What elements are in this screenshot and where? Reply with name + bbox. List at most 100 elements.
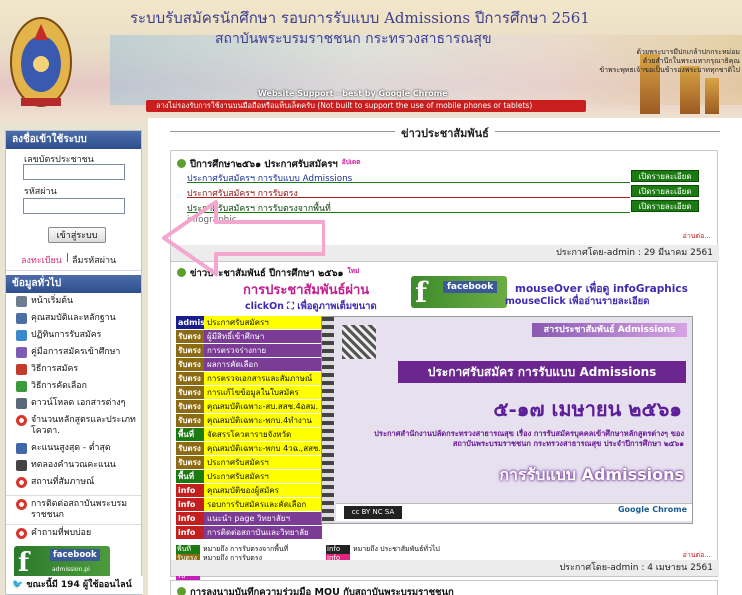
cc-license-icon: cc BY NC SA (344, 506, 402, 519)
pr-tag: รับตรง (176, 330, 204, 343)
pr-row[interactable]: รับตรง การตรวจเอกสารและสัมภาษณ์ (176, 372, 322, 386)
sidebar-item[interactable]: วิธีการสมัคร (6, 361, 141, 378)
pr-row[interactable]: รับตรง การตรวจร่างกาย (176, 344, 322, 358)
sidebar-item[interactable]: ดาวน์โหลด เอกสารต่างๆ (6, 395, 141, 412)
pr-text: รอบการรับสมัครและคัดเลือก (204, 498, 322, 511)
sidebar-item[interactable]: หน้าเริ่มต้น (6, 293, 141, 310)
pr-tag: info (176, 512, 204, 525)
pr-text: การติดต่อสถาบันและวิทยาลัย (204, 526, 322, 539)
poster-strip (322, 317, 334, 523)
poster-admissions: การรับแบบ Admissions (499, 465, 684, 484)
facebook-label: facebook (50, 549, 100, 561)
read-more-link[interactable]: อ่านต่อ... (683, 231, 711, 242)
pr-row[interactable]: รับตรง ผลการคัดเลือก (176, 358, 322, 372)
sidebar-item[interactable]: คะแนนสูงสุด - ต่ำสุด (6, 440, 141, 457)
sidebar-item[interactable]: คุณสมบัติและหลักฐาน (6, 310, 141, 327)
sidebar-item[interactable]: คำถามที่พบบ่อย (6, 524, 141, 542)
sidebar-item[interactable]: วิธีการคัดเลือก (6, 378, 141, 395)
sidebar-item-label: วิธีการคัดเลือก (31, 381, 87, 391)
sidebar-item-label: ดาวน์โหลด เอกสารต่างๆ (31, 398, 126, 408)
sidebar-item[interactable]: ปฏิทินการรับสมัคร (6, 327, 141, 344)
password-input[interactable] (23, 198, 125, 214)
pr-row[interactable]: รับตรง คุณสมบัติเฉพาะ-พกบ 4วฉ.,สสช. (176, 442, 322, 456)
pr-row[interactable]: info คุณสมบัติของผู้สมัคร (176, 484, 322, 498)
calendar-icon (16, 330, 27, 341)
post-heading-text: การลงนามบันทึกความร่วมมือ MOU กับสถาบันพ… (190, 587, 454, 595)
pr-row[interactable]: รับตรง คุณสมบัติเฉพาะ-พกบ.4ทำงาน (176, 414, 322, 428)
pr-row[interactable]: พื้นที่ จัดสรรโควตารายจังหวัด (176, 428, 322, 442)
pr-text: จัดสรรโควตารายจังหวัด (204, 428, 322, 441)
poster-title: ประกาศรับสมัคร การรับแบบ Admissions (398, 361, 686, 383)
facebook-badge[interactable]: f facebook (411, 276, 507, 309)
pr-row[interactable]: info รอบการรับสมัครและคัดเลือก (176, 498, 322, 512)
facebook-icon: f (415, 276, 428, 309)
pr-row[interactable]: info การติดต่อสถาบันและวิทยาลัย (176, 526, 322, 540)
admissions-poster[interactable]: สารประชาสัมพันธ์ Admissions ประกาศรับสมั… (321, 316, 693, 524)
mobile-warning: ลางไม่รองรับการใช้งานบนมือถือหรือแท็บเล็… (146, 100, 586, 112)
sidebar-item-label: จำนวนหลักสูตรและประเภทโควตา. (31, 415, 136, 436)
banner-title: ระบบรับสมัครนักศึกษา รอบการรับแบบ Admiss… (130, 9, 590, 27)
pr-tag: รับตรง (176, 372, 204, 385)
pr-row[interactable]: info แนะนำ page วิทยาลัยฯ (176, 512, 322, 526)
banner-subtitle: สถาบันพระบรมราชชนก กระทรวงสาธารณสุข (215, 31, 492, 47)
open-details-button[interactable]: เปิดรายละเอียด (631, 200, 699, 212)
pr-tag: admis (176, 316, 205, 329)
info-header: ข้อมูลทั่วไป (6, 275, 141, 293)
pr-row[interactable]: รับตรง คุณสมบัติเฉพาะ-สบ.สสช.4อสม. (176, 400, 322, 414)
id-input[interactable] (23, 164, 125, 180)
pr-row[interactable]: พื้นที่ ประกาศรับสมัครฯ (176, 470, 322, 484)
facebook-sub: admission.pi (52, 566, 90, 573)
sidebar-item[interactable]: การติดต่อสถาบันพระบรมราชชนก (6, 495, 141, 524)
pr-tag: info (176, 498, 204, 511)
sidebar-item-label: คู่มือการสมัครเข้าศึกษา (31, 347, 121, 357)
legend-text: หมายถึง การรับตรงจากพื้นที่ (203, 545, 289, 553)
legend-item: info หมายถึง ประชาสัมพันธ์ทั่วไป (326, 545, 440, 554)
sidebar-item[interactable]: สถานที่สัมภาษณ์ (6, 474, 141, 491)
poster-subtitle: ประกาศสำนักงานปลัดกระทรวงสาธารณสุข เรื่อ… (374, 429, 684, 448)
book-icon (16, 347, 27, 358)
main-content: ข่าวประชาสัมพันธ์ ปีการศึกษา๒๕๖๑ ประกาศร… (148, 118, 742, 595)
pr-text: ผลการคัดเลือก (204, 358, 322, 371)
pr-text: การตรวจเอกสารและสัมภาษณ์ (204, 372, 322, 385)
pr-text: คุณสมบัติเฉพาะ-พกบ.4ทำงาน (204, 414, 322, 427)
open-details-button[interactable]: เปิดรายละเอียด (631, 170, 699, 182)
home-icon (16, 296, 27, 307)
pr-text: การตรวจร่างกาย (204, 344, 322, 357)
chrome-logo: Google Chrome (617, 505, 687, 514)
pr-tag: พื้นที่ (176, 470, 204, 483)
open-details-button[interactable]: เปิดรายละเอียด (631, 185, 699, 197)
poster-header: สารประชาสัมพันธ์ Admissions (532, 323, 687, 337)
pr-row[interactable]: รับตรง การแก้ไขข้อมูลในใบสมัคร (176, 386, 322, 400)
lifebuoy-icon (16, 528, 27, 539)
pr-tag: info (176, 526, 204, 539)
pr-text: ผู้มีสิทธิ์เข้าศึกษา (204, 330, 322, 343)
pr-row[interactable]: admis ประกาศรับสมัครฯ (176, 316, 322, 330)
header-banner: ระบบรับสมัครนักศึกษา รอบการรับแบบ Admiss… (0, 0, 742, 122)
facebook-banner[interactable]: f facebook admission.pi (14, 546, 110, 580)
login-button[interactable]: เข้าสู่ระบบ (48, 227, 106, 243)
poster-date: ๕-๑๗ เมษายน ๒๕๖๑ (493, 397, 682, 421)
post-heading-text: ปีการศึกษา๒๕๖๑ ประกาศรับสมัครฯ (190, 159, 338, 170)
sidebar-item[interactable]: คู่มือการสมัครเข้าศึกษา (6, 344, 141, 361)
pr-row[interactable]: รับตรง ประกาศรับสมัครฯ (176, 456, 322, 470)
sidebar-item[interactable]: จำนวนหลักสูตรและประเภทโควตา. (6, 412, 141, 440)
vow-line: ข้าพระพุทธเจ้าขอเป็นข้ารองพระบาททุกชาติไ… (599, 66, 740, 74)
register-link[interactable]: ลงทะเบียน (21, 253, 62, 267)
news-title: ข่าวประชาสัมพันธ์ (148, 124, 742, 142)
pink-arrow-icon (162, 200, 325, 276)
update-badge: อัปเดต (341, 158, 361, 166)
legend-tag: info (326, 545, 350, 554)
login-form: เลขบัตรประชาชน รหัสผ่าน เข้าสู่ระบบ ลงทะ… (6, 149, 141, 271)
download-icon (16, 398, 27, 409)
pr-text: ประกาศรับสมัครฯ (204, 456, 322, 469)
forgot-password-link[interactable]: ลืมรหัสผ่าน (72, 253, 116, 267)
news-post: การลงนามบันทึกความร่วมมือ MOU กับสถาบันพ… (170, 580, 718, 595)
sidebar-item[interactable]: ทดลองคำนวณคะแนน (6, 457, 141, 474)
pr-text: คุณสมบัติของผู้สมัคร (204, 484, 322, 497)
legend-item: พื้นที่ หมายถึง การรับตรงจากพื้นที่ (176, 545, 288, 554)
pr-text: คุณสมบัติเฉพาะ-พกบ 4วฉ.,สสช. (204, 442, 322, 455)
pr-link-table: admis ประกาศรับสมัครฯ รับตรง ผู้มีสิทธิ์เข้… (176, 316, 322, 540)
pr-row[interactable]: รับตรง ผู้มีสิทธิ์เข้าศึกษา (176, 330, 322, 344)
login-header: ลงชื่อเข้าใช้ระบบ (6, 131, 141, 149)
news-title-text: ข่าวประชาสัมพันธ์ (395, 127, 495, 140)
